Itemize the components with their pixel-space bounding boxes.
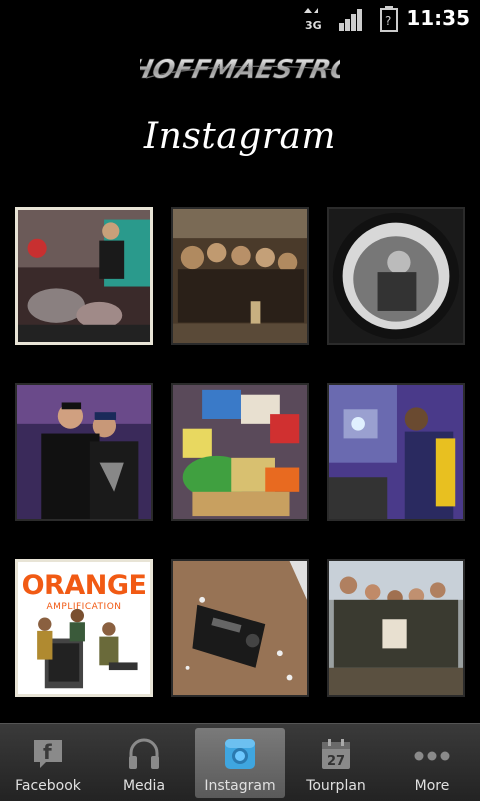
photo-grid: ORANGE AMPLIFICATION bbox=[15, 207, 465, 699]
tab-instagram-label: Instagram bbox=[204, 778, 276, 794]
tab-facebook[interactable]: f Facebook bbox=[3, 728, 93, 798]
photo-two-men-image bbox=[17, 385, 151, 519]
tab-tourplan[interactable]: 27 Tourplan bbox=[291, 728, 381, 798]
photo-group-outdoor-image bbox=[329, 561, 463, 695]
facebook-icon: f bbox=[34, 740, 62, 768]
more-icon bbox=[414, 751, 450, 761]
photo-snacks-table-image bbox=[173, 385, 307, 519]
svg-text:3G: 3G bbox=[305, 19, 322, 32]
tab-bar: f Facebook Media Instagram 27 Tourplan M… bbox=[0, 723, 480, 801]
tab-instagram[interactable]: Instagram bbox=[195, 728, 285, 798]
hoffmaestro-logo: HOFFMAESTRO bbox=[140, 55, 340, 85]
photo-drummer[interactable] bbox=[15, 207, 153, 345]
photo-snacks-table[interactable] bbox=[171, 383, 309, 521]
svg-text:27: 27 bbox=[327, 754, 345, 769]
photo-group-outdoor[interactable] bbox=[327, 559, 465, 697]
tab-tourplan-label: Tourplan bbox=[306, 778, 366, 794]
tab-facebook-label: Facebook bbox=[15, 778, 81, 794]
photo-singer-purple-image bbox=[329, 385, 463, 519]
camera-icon bbox=[225, 739, 255, 769]
page-title: Instagram bbox=[143, 116, 337, 157]
status-bar: 3G ? 11:35 bbox=[0, 0, 480, 38]
3g-icon: 3G bbox=[304, 8, 322, 32]
photo-band-kitchen[interactable] bbox=[171, 207, 309, 345]
photo-mousetrap[interactable] bbox=[171, 559, 309, 697]
orange-brand-text: ORANGE bbox=[21, 570, 147, 601]
calendar-icon: 27 bbox=[322, 739, 350, 769]
photo-band-kitchen-image bbox=[173, 209, 307, 343]
photo-orange-amplification[interactable]: ORANGE AMPLIFICATION bbox=[15, 559, 153, 697]
signal-icon bbox=[339, 9, 362, 31]
amplification-text: AMPLIFICATION bbox=[46, 602, 122, 612]
svg-text:?: ? bbox=[385, 14, 391, 28]
photo-singer-purple[interactable] bbox=[327, 383, 465, 521]
svg-text:f: f bbox=[43, 740, 52, 764]
photo-mousetrap-image bbox=[173, 561, 307, 695]
svg-text:HOFFMAESTRO: HOFFMAESTRO bbox=[140, 55, 340, 85]
tab-media[interactable]: Media bbox=[99, 728, 189, 798]
photo-fisheye-bw-image bbox=[329, 209, 463, 343]
photo-drummer-image bbox=[18, 210, 150, 342]
battery-icon: ? bbox=[380, 6, 398, 32]
photo-two-men[interactable] bbox=[15, 383, 153, 521]
tab-more[interactable]: More bbox=[387, 728, 477, 798]
clock: 11:35 bbox=[406, 6, 470, 30]
tab-media-label: Media bbox=[122, 778, 166, 794]
tab-more-label: More bbox=[414, 778, 450, 794]
headphones-icon bbox=[129, 738, 159, 769]
photo-fisheye-bw[interactable] bbox=[327, 207, 465, 345]
